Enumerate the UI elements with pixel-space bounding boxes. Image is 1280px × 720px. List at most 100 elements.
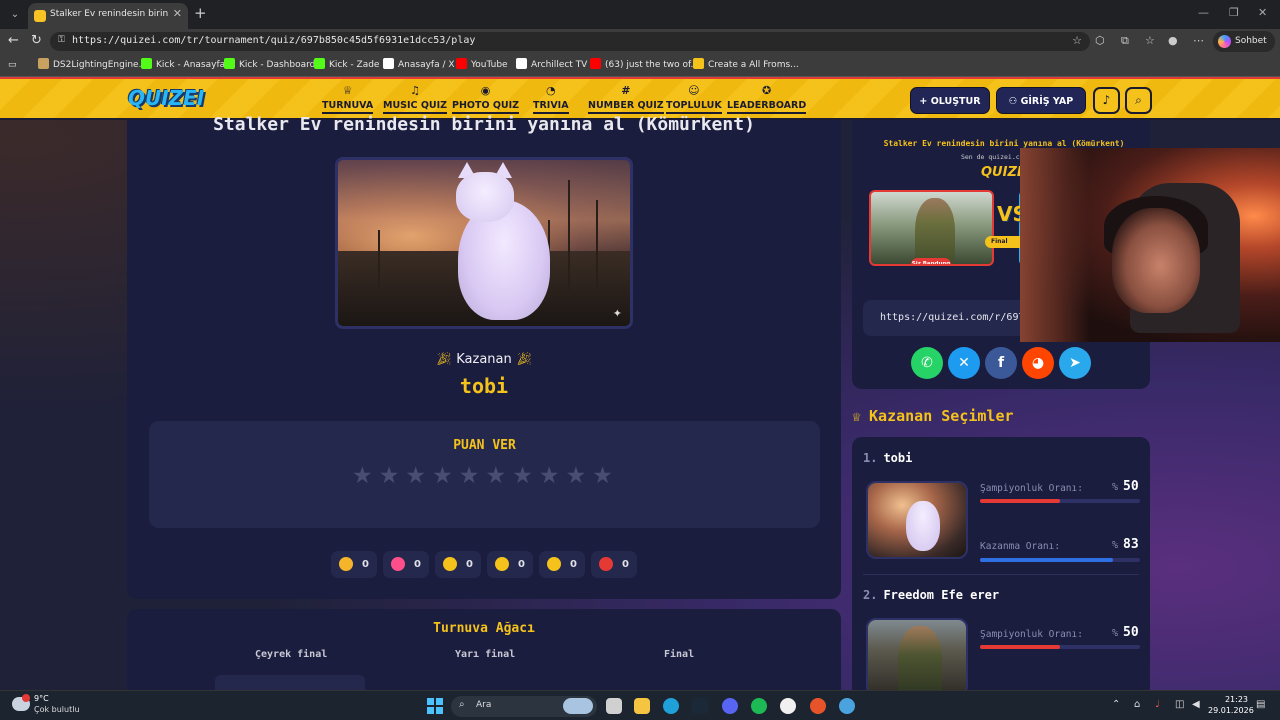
favorites-icon[interactable]: ☆ [1145, 34, 1155, 47]
nav-number-quiz[interactable]: # NUMBER QUIZ [588, 84, 664, 114]
unreal-icon[interactable] [780, 698, 796, 714]
star-icon[interactable]: ★ [566, 463, 587, 489]
bookmark-item[interactable]: Archillect TV [516, 58, 587, 73]
quizei-logo[interactable]: QUIZEI [128, 86, 204, 110]
whatsapp-icon[interactable]: ✆ [911, 347, 943, 379]
reaction-button[interactable]: 0 [331, 551, 377, 578]
file-explorer-icon[interactable] [634, 698, 650, 714]
login-button[interactable]: ⚇ GİRİŞ YAP [996, 87, 1086, 114]
reaction-button[interactable]: 0 [591, 551, 637, 578]
minimize-icon[interactable]: — [1198, 6, 1209, 19]
close-window-icon[interactable]: ✕ [1258, 6, 1267, 19]
bookmark-item[interactable]: Kick - Anasayfa [141, 58, 225, 73]
brave-icon[interactable] [810, 698, 826, 714]
copilot-button[interactable]: Sohbet et [1213, 31, 1275, 67]
maximize-icon[interactable]: ❐ [1229, 6, 1239, 19]
system-clock[interactable]: 21:23 29.01.2026 [1208, 694, 1254, 716]
taskbar-search[interactable]: ⌕ Ara [451, 696, 597, 717]
nav-topluluk[interactable]: ☺ TOPLULUK [666, 84, 722, 114]
spotify-icon[interactable] [751, 698, 767, 714]
favorite-star-icon[interactable]: ☆ [1072, 34, 1082, 47]
refresh-icon[interactable]: ↻ [31, 33, 42, 48]
x-share-icon[interactable]: ✕ [948, 347, 980, 379]
champion-rate-fill [980, 645, 1060, 649]
split-screen-icon[interactable]: ⧉ [1121, 34, 1129, 48]
star-icon[interactable]: ★ [459, 463, 480, 489]
reaction-button[interactable]: 0 [383, 551, 429, 578]
bookmarks-menu-icon[interactable]: ▭ [8, 58, 17, 73]
search-icon[interactable]: ⌕ [1125, 87, 1152, 114]
nav-trivia[interactable]: ◔ TRIVIA [533, 84, 569, 114]
bookmark-item[interactable]: DS2LightingEngine... [38, 58, 147, 73]
kick-icon [224, 58, 235, 69]
soldier-figure [898, 626, 942, 694]
extensions-icon[interactable]: ⬡ [1095, 34, 1105, 47]
star-icon[interactable]: ★ [379, 463, 400, 489]
bell-icon[interactable]: ♪ [1093, 87, 1120, 114]
telegram-icon[interactable]: ➤ [1059, 347, 1091, 379]
windows-start-icon[interactable] [427, 698, 443, 714]
edge-icon[interactable] [663, 698, 679, 714]
star-icon[interactable]: ★ [512, 463, 533, 489]
winner-label-row: 🎉︎ Kazanan 🎉︎ [127, 352, 841, 367]
steam-icon[interactable] [692, 698, 708, 714]
party-popper-icon: 🎉︎ [435, 352, 457, 367]
champion-rate-bar [980, 645, 1140, 649]
task-view-icon[interactable] [606, 698, 622, 714]
star-rating: ★ ★ ★ ★ ★ ★ ★ ★ ★ ★ [352, 463, 622, 489]
tree [378, 230, 380, 290]
new-tab-icon[interactable]: + [194, 4, 207, 22]
browser-tab[interactable]: Stalker Ev renindesin birini yanına al (… [28, 3, 188, 29]
reaction-button[interactable]: 0 [539, 551, 585, 578]
app-icon[interactable] [839, 698, 855, 714]
microphone-icon[interactable]: ♩ [1155, 699, 1160, 710]
star-icon[interactable]: ★ [486, 463, 507, 489]
bracket-match[interactable] [215, 675, 365, 690]
star-icon[interactable]: ★ [592, 463, 613, 489]
bookmark-item[interactable]: (63) just the two of... [590, 58, 699, 73]
sparkle-icon: ✦ [612, 307, 622, 320]
webcam-light [1020, 148, 1090, 342]
notifications-icon[interactable]: ▤ [1256, 699, 1265, 710]
star-icon[interactable]: ★ [539, 463, 560, 489]
nav-photo-quiz[interactable]: ◉ PHOTO QUIZ [452, 84, 520, 114]
reaction-button[interactable]: 0 [435, 551, 481, 578]
tab-actions-icon[interactable]: ⌄ [6, 6, 24, 24]
nav-leaderboard[interactable]: ✪ LEADERBOARD [727, 84, 807, 114]
discord-icon[interactable] [722, 698, 738, 714]
pick-image[interactable] [866, 618, 968, 696]
clock-time: 21:23 [1224, 695, 1248, 704]
nav-music-quiz[interactable]: ♫ MUSIC QUIZ [383, 84, 448, 114]
facebook-icon[interactable]: f [985, 347, 1017, 379]
winner-image[interactable]: ✦ [335, 157, 633, 329]
pick-image[interactable] [866, 481, 968, 559]
volume-icon[interactable]: ◀ [1192, 699, 1200, 710]
site-info-icon[interactable]: ⚿ [58, 35, 65, 45]
star-icon[interactable]: ★ [352, 463, 373, 489]
wifi-icon[interactable]: ◫ [1175, 699, 1184, 710]
more-options-icon[interactable]: ⋯ [1193, 34, 1204, 47]
back-icon[interactable]: ← [8, 33, 19, 48]
nav-label: NUMBER QUIZ [588, 100, 664, 114]
network-icon[interactable]: ⌂ [1134, 699, 1140, 710]
reddit-icon[interactable]: ◕ [1022, 347, 1054, 379]
profile-avatar[interactable]: ● [1168, 34, 1178, 47]
tab-close-icon[interactable]: ✕ [173, 7, 182, 20]
windows-taskbar: 9°C Çok bulutlu ⌕ Ara ⌃ ⌂ ♩ ◫ ◀ 21:23 29… [0, 690, 1280, 720]
bookmark-item[interactable]: Create a All Froms... [693, 58, 799, 73]
bookmark-item[interactable]: Anasayfa / X [383, 58, 455, 73]
bookmark-item[interactable]: YouTube [456, 58, 508, 73]
nav-turnuva[interactable]: ♕ TURNUVA [322, 84, 374, 114]
star-icon[interactable]: ★ [432, 463, 453, 489]
reaction-button[interactable]: 0 [487, 551, 533, 578]
bookmark-item[interactable]: Kick - Zade [314, 58, 379, 73]
medal-icon: ✪ [761, 84, 772, 97]
weather-temp: 9°C [34, 694, 49, 703]
url-field[interactable]: ⚿ https://quizei.com/tr/tournament/quiz/… [50, 32, 1090, 51]
star-icon[interactable]: ★ [405, 463, 426, 489]
chat-icon: ◔ [545, 84, 556, 97]
thumbs-up-icon [339, 557, 353, 571]
chevron-up-icon[interactable]: ⌃ [1112, 699, 1120, 710]
create-button[interactable]: + OLUŞTUR [910, 87, 990, 114]
bookmark-item[interactable]: Kick - Dashboard [224, 58, 315, 73]
